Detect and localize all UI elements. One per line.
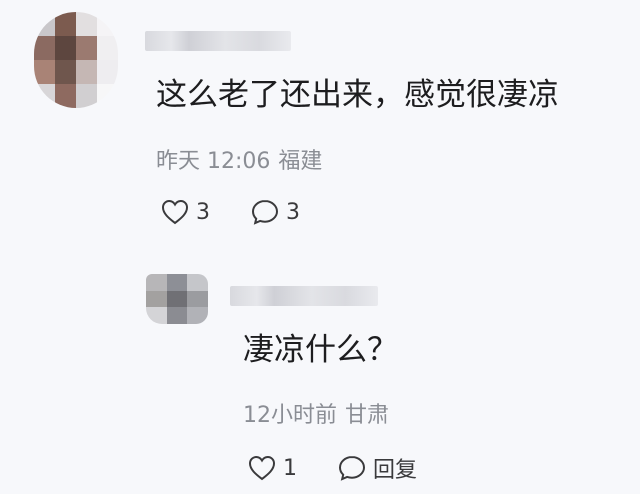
comment-text: 这么老了还出来，感觉很凄凉 xyxy=(156,77,559,113)
user-avatar[interactable] xyxy=(34,12,118,108)
reply-like-button[interactable]: 1 xyxy=(247,455,297,481)
reply-actions: 1 回复 xyxy=(247,452,417,484)
reply-count: 3 xyxy=(286,199,300,225)
reply-avatar[interactable] xyxy=(146,274,208,324)
comment-meta: 昨天 12:06 福建 xyxy=(156,143,330,175)
comment-actions: 3 3 xyxy=(160,198,300,226)
reply-meta: 12小时前 甘肃 xyxy=(243,397,397,429)
reply-reply-button[interactable]: 回复 xyxy=(337,452,417,484)
reply-time: 12小时前 xyxy=(243,403,337,428)
like-count: 3 xyxy=(196,199,210,225)
comment-bubble-icon xyxy=(251,199,279,225)
heart-icon xyxy=(248,455,276,481)
blurred-reply-username[interactable] xyxy=(230,286,378,306)
reply-text: 凄凉什么？ xyxy=(243,332,398,368)
comment-bubble-icon xyxy=(338,455,366,481)
like-button[interactable]: 3 xyxy=(160,199,210,225)
reply-button[interactable]: 3 xyxy=(250,198,300,226)
heart-icon xyxy=(161,199,189,225)
comment-time: 昨天 12:06 xyxy=(156,149,271,174)
reply-label: 回复 xyxy=(373,458,418,483)
comment-location: 福建 xyxy=(278,149,323,174)
reply-location: 甘肃 xyxy=(345,403,390,428)
blurred-username[interactable] xyxy=(145,31,291,51)
reply-like-count: 1 xyxy=(283,455,297,481)
